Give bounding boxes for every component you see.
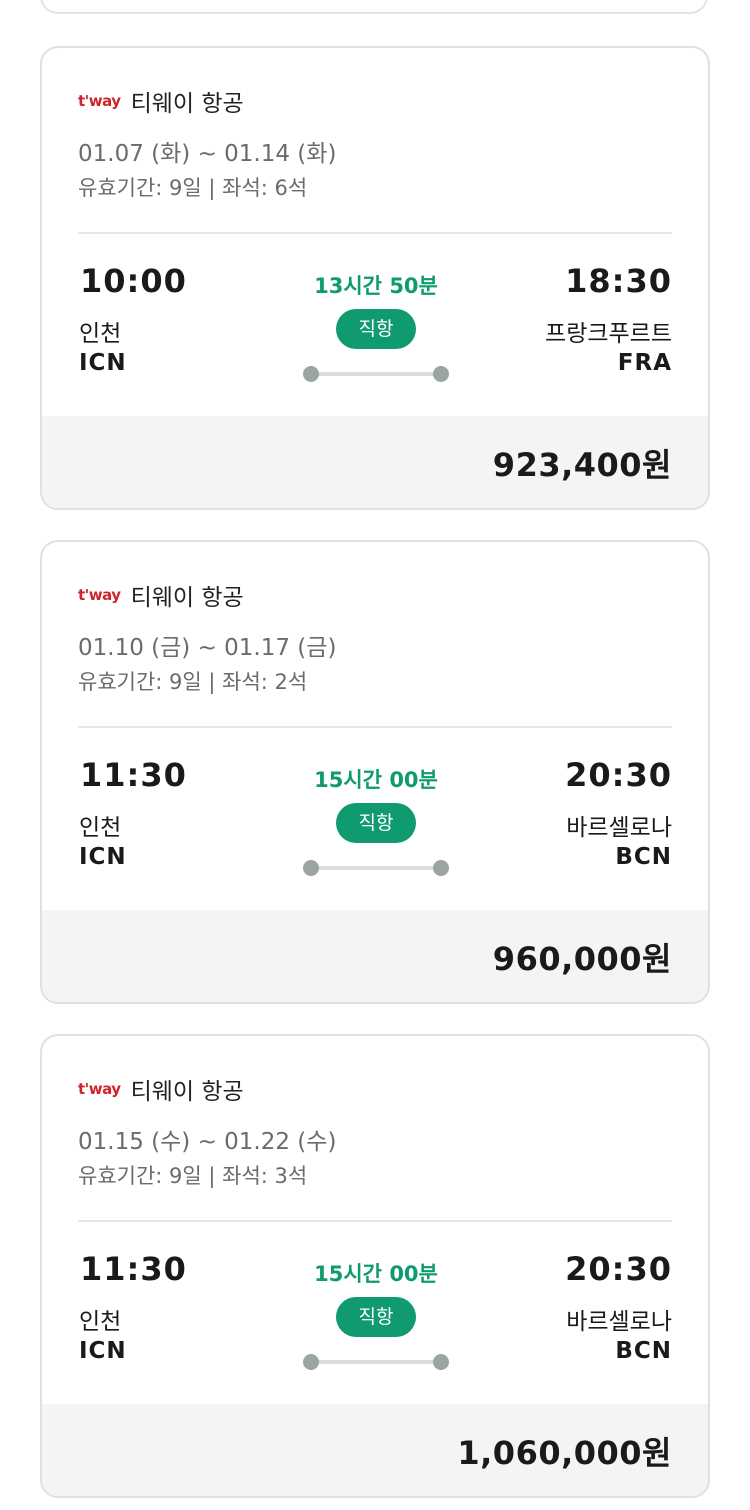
airline-name: 티웨이 항공: [130, 91, 244, 117]
validity-seats: 유효기간: 9일 | 좌석: 3석: [78, 1164, 308, 1188]
flight-duration: 15시간 00분: [314, 768, 438, 792]
route-bar: [309, 866, 443, 870]
route-line-icon: [303, 1354, 449, 1370]
price-bar: 1,060,000원: [42, 1404, 708, 1496]
airline-logo: t'way: [78, 586, 121, 604]
departure-city: 인천: [79, 815, 122, 841]
flight-duration: 13시간 50분: [314, 274, 438, 298]
route-line-icon: [303, 366, 449, 382]
airline-row: t'way 티웨이 항공: [78, 580, 244, 611]
direct-flight-badge: 직항: [336, 1297, 416, 1337]
departure-city: 인천: [79, 321, 122, 347]
arrival-code: FRA: [617, 350, 672, 376]
flight-card-body: t'way 티웨이 항공 01.10 (금) ~ 01.17 (금) 유효기간:…: [42, 542, 708, 910]
arrival-city: 프랑크푸르트: [545, 321, 672, 347]
destination-dot-icon: [433, 366, 449, 382]
destination-dot-icon: [433, 860, 449, 876]
origin-dot-icon: [303, 1354, 319, 1370]
route-bar: [309, 372, 443, 376]
flight-card[interactable]: t'way 티웨이 항공 01.10 (금) ~ 01.17 (금) 유효기간:…: [40, 540, 710, 1004]
departure-city: 인천: [79, 1309, 122, 1335]
arrival-code: BCN: [615, 844, 672, 870]
departure-code: ICN: [79, 350, 127, 376]
destination-dot-icon: [433, 1354, 449, 1370]
departure-time: 11:30: [80, 756, 187, 794]
price-bar: 923,400원: [42, 416, 708, 508]
departure-code: ICN: [79, 844, 127, 870]
travel-dates: 01.15 (수) ~ 01.22 (수): [78, 1129, 337, 1155]
arrival-time: 20:30: [565, 756, 672, 794]
departure-time: 11:30: [80, 1250, 187, 1288]
airline-name: 티웨이 항공: [130, 1079, 244, 1105]
direct-flight-badge: 직항: [336, 803, 416, 843]
arrival-code: BCN: [615, 1338, 672, 1364]
travel-dates: 01.07 (화) ~ 01.14 (화): [78, 141, 337, 167]
flight-price: 923,400원: [492, 446, 672, 484]
validity-seats: 유효기간: 9일 | 좌석: 2석: [78, 670, 308, 694]
airline-name: 티웨이 항공: [130, 585, 244, 611]
route-line-icon: [303, 860, 449, 876]
flight-price: 960,000원: [492, 940, 672, 978]
direct-flight-badge: 직항: [336, 309, 416, 349]
departure-time: 10:00: [80, 262, 187, 300]
flight-duration: 15시간 00분: [314, 1262, 438, 1286]
airline-row: t'way 티웨이 항공: [78, 1074, 244, 1105]
arrival-time: 20:30: [565, 1250, 672, 1288]
arrival-time: 18:30: [565, 262, 672, 300]
previous-flight-card[interactable]: [40, 0, 708, 14]
departure-code: ICN: [79, 1338, 127, 1364]
route-bar: [309, 1360, 443, 1364]
price-bar: 960,000원: [42, 910, 708, 1002]
flight-price: 1,060,000원: [457, 1434, 672, 1472]
airline-logo: t'way: [78, 1080, 121, 1098]
travel-dates: 01.10 (금) ~ 01.17 (금): [78, 635, 337, 661]
arrival-city: 바르셀로나: [566, 815, 672, 841]
flight-card-body: t'way 티웨이 항공 01.15 (수) ~ 01.22 (수) 유효기간:…: [42, 1036, 708, 1404]
flight-card[interactable]: t'way 티웨이 항공 01.15 (수) ~ 01.22 (수) 유효기간:…: [40, 1034, 710, 1498]
validity-seats: 유효기간: 9일 | 좌석: 6석: [78, 176, 308, 200]
arrival-city: 바르셀로나: [566, 1309, 672, 1335]
divider: [78, 1220, 672, 1222]
airline-row: t'way 티웨이 항공: [78, 86, 244, 117]
origin-dot-icon: [303, 860, 319, 876]
divider: [78, 232, 672, 234]
origin-dot-icon: [303, 366, 319, 382]
flight-card-body: t'way 티웨이 항공 01.07 (화) ~ 01.14 (화) 유효기간:…: [42, 48, 708, 416]
flight-card[interactable]: t'way 티웨이 항공 01.07 (화) ~ 01.14 (화) 유효기간:…: [40, 46, 710, 510]
airline-logo: t'way: [78, 92, 121, 110]
divider: [78, 726, 672, 728]
